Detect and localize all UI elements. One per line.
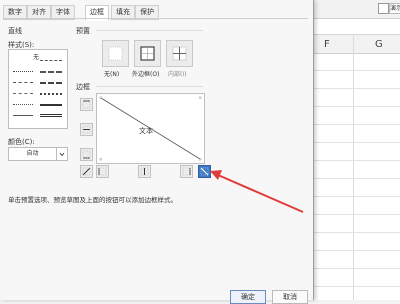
annotation-arrow [210,170,304,213]
